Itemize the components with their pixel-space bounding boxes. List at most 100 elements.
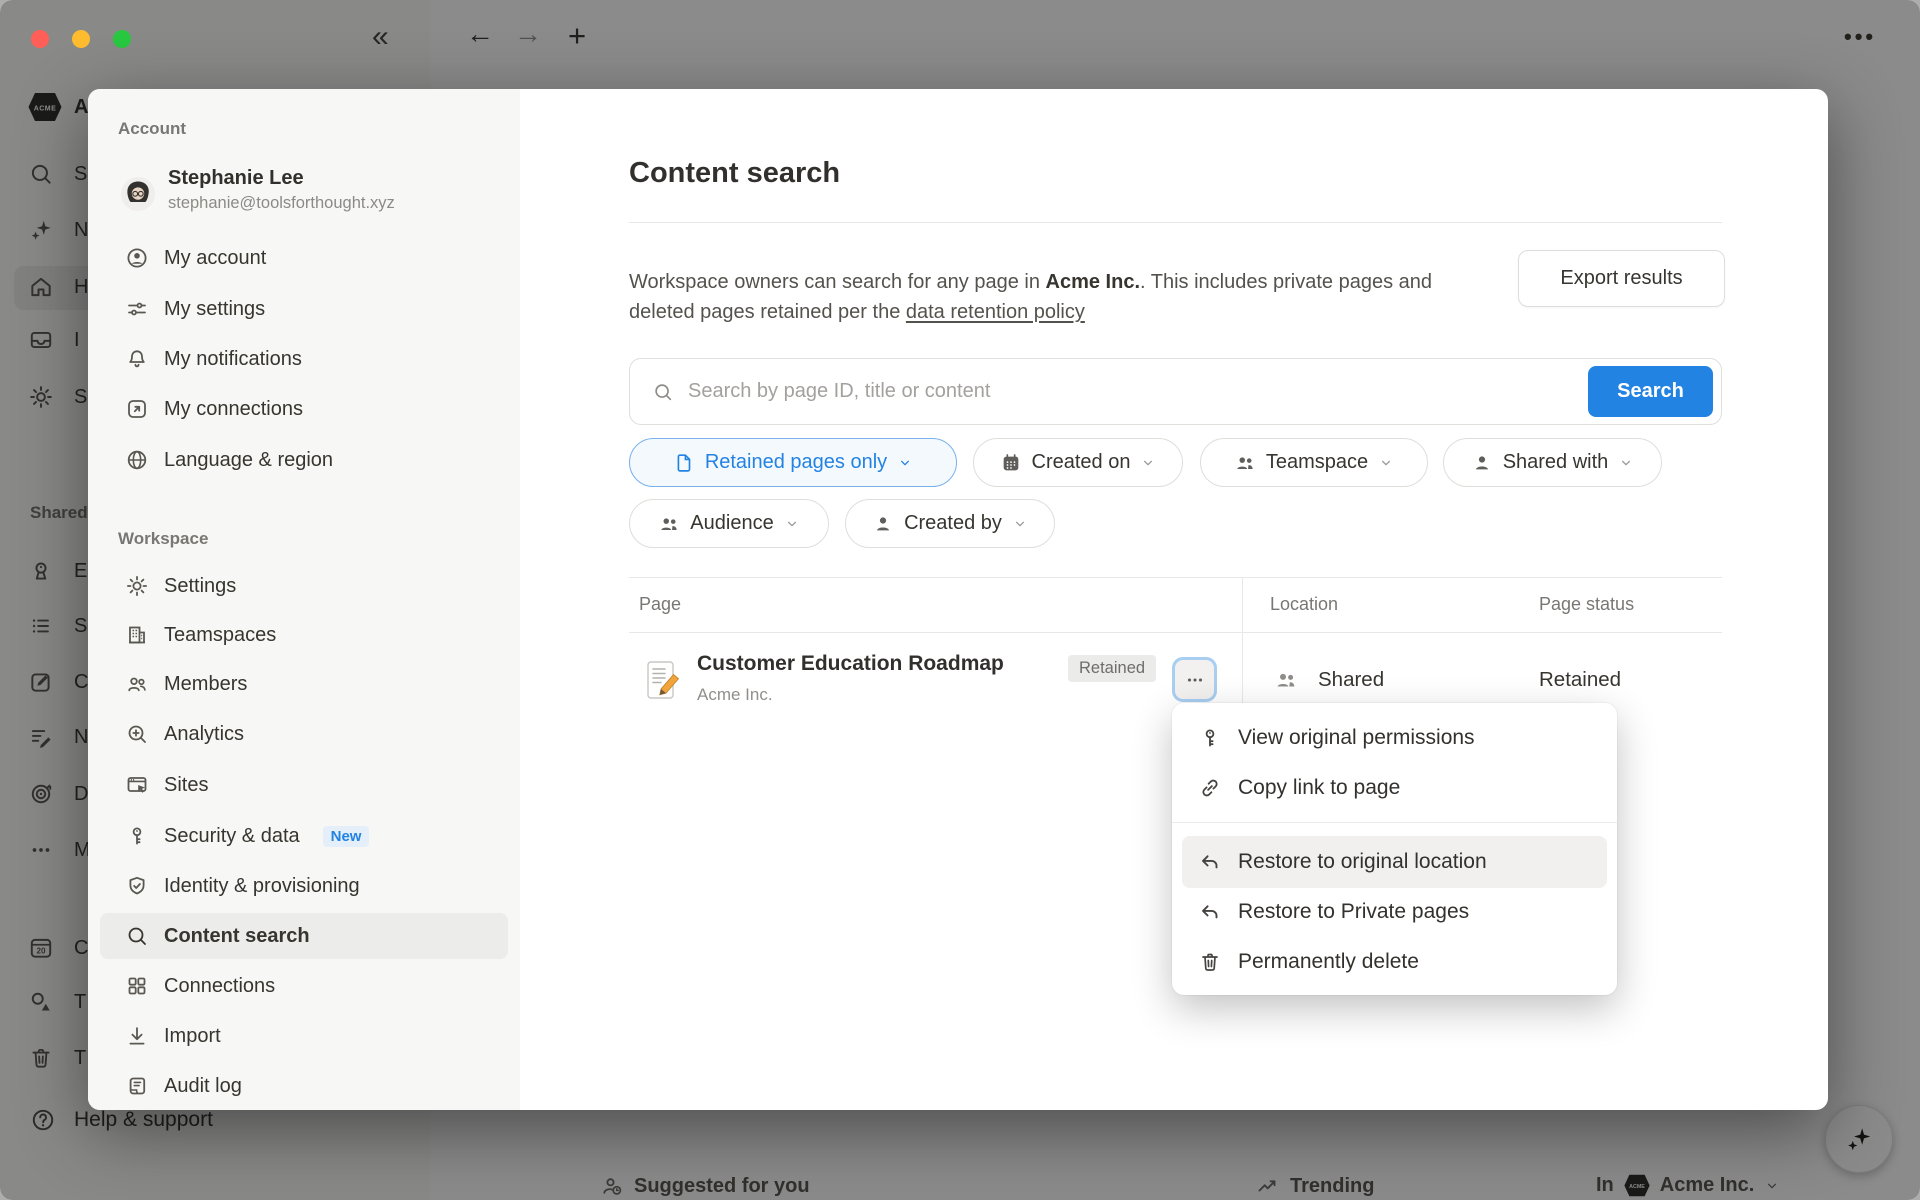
filter-chip-teamspace[interactable]: Teamspace xyxy=(1200,438,1428,487)
nav-label: Members xyxy=(164,673,247,696)
people-icon xyxy=(125,672,149,696)
chip-label: Created on xyxy=(1032,451,1131,474)
close-window-button[interactable] xyxy=(31,30,49,48)
menu-item-permanently-delete[interactable]: Permanently delete xyxy=(1172,937,1617,987)
grid-icon xyxy=(125,974,149,998)
document-icon xyxy=(673,452,695,474)
desc-text: Workspace owners can search for any page… xyxy=(629,271,1046,293)
person-icon xyxy=(872,513,894,535)
chevron-down-icon xyxy=(784,516,800,532)
menu-divider xyxy=(1172,822,1617,823)
minimize-window-button[interactable] xyxy=(72,30,90,48)
calendar-icon xyxy=(1000,452,1022,474)
nav-item-my-notifications[interactable]: My notifications xyxy=(125,338,302,380)
data-retention-policy-link[interactable]: data retention policy xyxy=(906,301,1085,323)
nav-label: Audit log xyxy=(164,1075,242,1098)
nav-item-my-account[interactable]: My account xyxy=(125,237,266,279)
filter-chip-created-by[interactable]: Created by xyxy=(845,499,1055,548)
nav-label: My connections xyxy=(164,398,303,421)
ellipsis-icon xyxy=(1184,669,1206,691)
link-icon xyxy=(1198,776,1222,800)
column-header-location: Location xyxy=(1270,594,1338,615)
zoom-window-button[interactable] xyxy=(113,30,131,48)
chip-label: Teamspace xyxy=(1266,451,1368,474)
nav-label: Import xyxy=(164,1025,221,1048)
title-divider xyxy=(629,222,1722,223)
menu-item-view-original-permissions[interactable]: View original permissions xyxy=(1172,713,1617,763)
nav-item-sites[interactable]: Sites xyxy=(125,764,208,806)
nav-label: Settings xyxy=(164,575,236,598)
search-icon xyxy=(652,381,674,403)
avatar xyxy=(121,177,155,211)
workspace-section-header: Workspace xyxy=(118,529,208,549)
nav-item-ws-settings[interactable]: Settings xyxy=(125,565,236,607)
account-section-header: Account xyxy=(118,119,186,139)
settings-nav: Account Stephanie Lee stephanie@toolsfor… xyxy=(88,89,520,1110)
nav-item-audit-log[interactable]: Audit log xyxy=(125,1065,242,1107)
key-icon xyxy=(125,824,149,848)
nav-item-members[interactable]: Members xyxy=(125,663,247,705)
nav-label: Identity & provisioning xyxy=(164,875,360,898)
page-thumbnail-icon xyxy=(646,660,680,702)
nav-item-security-data[interactable]: Security & dataNew xyxy=(125,815,369,857)
menu-label: Restore to original location xyxy=(1238,850,1487,874)
nav-item-language-region[interactable]: Language & region xyxy=(125,439,333,481)
search-button[interactable]: Search xyxy=(1588,366,1713,417)
download-icon xyxy=(125,1024,149,1048)
nav-item-my-connections[interactable]: My connections xyxy=(125,388,303,430)
nav-label: Language & region xyxy=(164,449,333,472)
app-window: « ACME Acme Inc. S N H I S Shared E S C … xyxy=(0,0,1920,1200)
chip-label: Retained pages only xyxy=(705,451,887,474)
menu-item-copy-link[interactable]: Copy link to page xyxy=(1172,763,1617,813)
menu-item-restore-private-pages[interactable]: Restore to Private pages xyxy=(1172,887,1617,937)
chevron-down-icon xyxy=(897,455,913,471)
filter-chip-retained-pages-only[interactable]: Retained pages only xyxy=(629,438,957,487)
nav-label: Security & data xyxy=(164,825,300,848)
table-header-divider xyxy=(629,632,1722,633)
nav-item-analytics[interactable]: Analytics xyxy=(125,713,244,755)
chip-label: Audience xyxy=(690,512,773,535)
filter-chip-audience[interactable]: Audience xyxy=(629,499,829,548)
profile-name: Stephanie Lee xyxy=(168,167,304,189)
person-icon xyxy=(1471,452,1493,474)
export-results-button[interactable]: Export results xyxy=(1518,250,1725,307)
menu-label: Restore to Private pages xyxy=(1238,900,1469,924)
nav-item-my-settings[interactable]: My settings xyxy=(125,288,265,330)
nav-item-teamspaces[interactable]: Teamspaces xyxy=(125,614,276,656)
chevron-down-icon xyxy=(1618,455,1634,471)
row-context-menu: View original permissions Copy link to p… xyxy=(1172,703,1617,995)
person-circle-icon xyxy=(125,246,149,270)
menu-label: Copy link to page xyxy=(1238,776,1400,800)
menu-label: View original permissions xyxy=(1238,726,1475,750)
filter-chip-created-on[interactable]: Created on xyxy=(973,438,1183,487)
nav-label: Connections xyxy=(164,975,275,998)
row-location: Shared xyxy=(1318,668,1384,692)
workspace-name-bold: Acme Inc. xyxy=(1046,271,1140,293)
chip-label: Created by xyxy=(904,512,1002,535)
scroll-icon xyxy=(125,1074,149,1098)
filter-chip-shared-with[interactable]: Shared with xyxy=(1443,438,1662,487)
nav-item-connections[interactable]: Connections xyxy=(125,965,275,1007)
nav-item-identity-provisioning[interactable]: Identity & provisioning xyxy=(125,865,360,907)
menu-label: Permanently delete xyxy=(1238,950,1419,974)
nav-label: Teamspaces xyxy=(164,624,276,647)
menu-item-restore-original-location[interactable]: Restore to original location xyxy=(1172,837,1617,887)
nav-item-import[interactable]: Import xyxy=(125,1015,221,1057)
traffic-lights xyxy=(31,30,131,48)
shield-check-icon xyxy=(125,874,149,898)
retained-badge: Retained xyxy=(1068,655,1156,682)
nav-item-content-search[interactable]: Content search xyxy=(125,915,310,957)
magnifier-plus-icon xyxy=(125,722,149,746)
browser-cursor-icon xyxy=(125,773,149,797)
column-header-page-status: Page status xyxy=(1539,594,1634,615)
desktop: « ACME Acme Inc. S N H I S Shared E S C … xyxy=(0,0,1920,1200)
nav-label: Content search xyxy=(164,925,310,948)
nav-label: My settings xyxy=(164,298,265,321)
nav-label: Sites xyxy=(164,774,208,797)
row-more-button[interactable] xyxy=(1172,657,1217,702)
globe-icon xyxy=(125,448,149,472)
nav-label: My notifications xyxy=(164,348,302,371)
chevron-down-icon xyxy=(1378,455,1394,471)
row-page-title[interactable]: Customer Education Roadmap xyxy=(697,652,1004,676)
search-input[interactable] xyxy=(686,379,1588,404)
